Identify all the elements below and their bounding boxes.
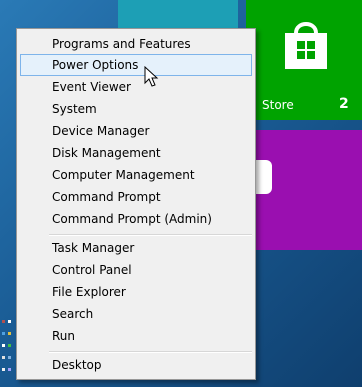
menu-item-programs-and-features[interactable]: Programs and Features xyxy=(20,33,252,55)
store-tile-badge: 2 xyxy=(339,96,349,112)
start-tile-teal[interactable] xyxy=(118,0,238,30)
menu-item-computer-management[interactable]: Computer Management xyxy=(20,164,252,186)
menu-item-disk-management[interactable]: Disk Management xyxy=(20,142,252,164)
menu-separator xyxy=(49,351,252,353)
winx-context-menu: Programs and Features Power Options Even… xyxy=(16,28,256,380)
store-tile-label: Store xyxy=(262,98,294,112)
menu-item-task-manager[interactable]: Task Manager xyxy=(20,237,252,259)
menu-item-file-explorer[interactable]: File Explorer xyxy=(20,281,252,303)
menu-item-event-viewer[interactable]: Event Viewer xyxy=(20,76,252,98)
menu-item-command-prompt-admin[interactable]: Command Prompt (Admin) xyxy=(20,208,252,230)
menu-item-control-panel[interactable]: Control Panel xyxy=(20,259,252,281)
mouse-cursor-icon xyxy=(144,66,159,87)
left-edge-desktop-icons xyxy=(0,310,14,387)
menu-item-desktop[interactable]: Desktop xyxy=(20,354,252,376)
menu-item-device-manager[interactable]: Device Manager xyxy=(20,120,252,142)
menu-item-power-options[interactable]: Power Options xyxy=(20,54,252,76)
menu-item-system[interactable]: System xyxy=(20,98,252,120)
menu-item-run[interactable]: Run xyxy=(20,325,252,347)
menu-item-command-prompt[interactable]: Command Prompt xyxy=(20,186,252,208)
menu-item-search[interactable]: Search xyxy=(20,303,252,325)
store-bag-icon xyxy=(285,22,327,69)
menu-separator xyxy=(49,234,252,236)
